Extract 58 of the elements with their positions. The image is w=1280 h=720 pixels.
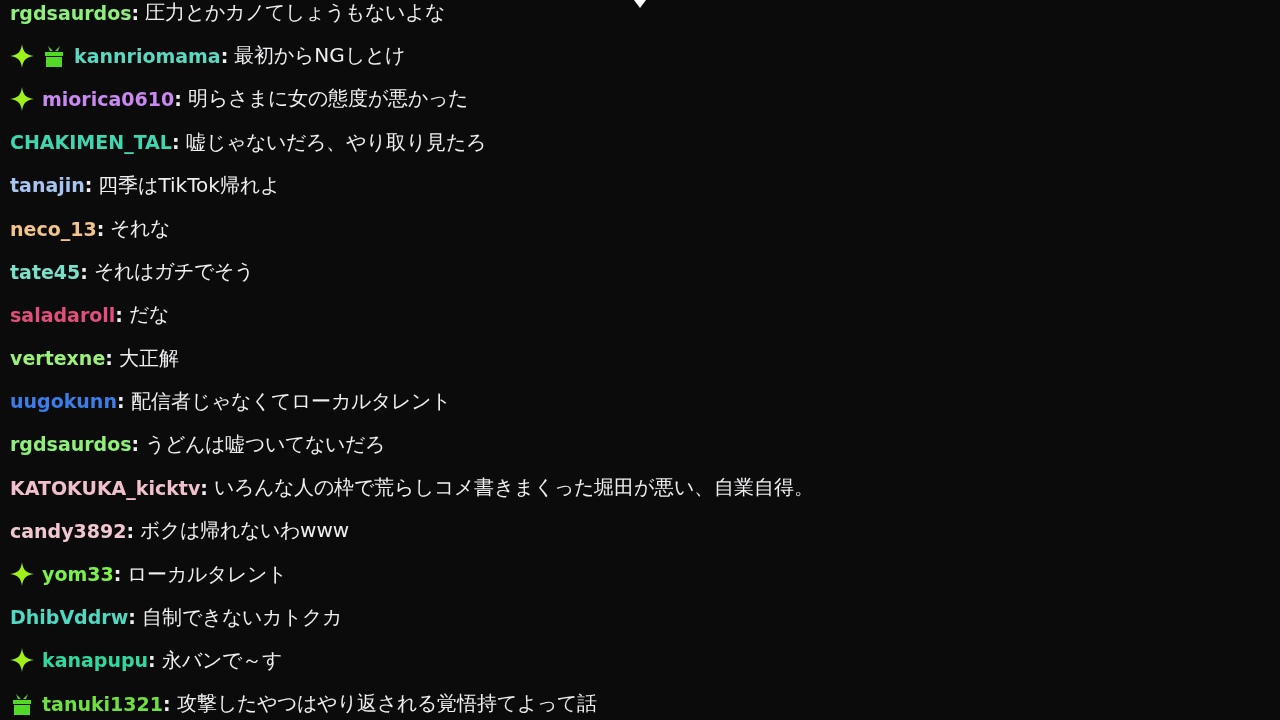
colon: : [84,174,93,197]
pointer-icon [633,0,647,8]
colon: : [171,131,180,154]
message-text: それはガチでそう [93,258,254,286]
message-text: だな [128,301,169,329]
username[interactable]: yom33 [42,563,114,586]
message-text: 攻撃したやつはやり返される覚悟持てよって話 [176,690,597,718]
message-text: 圧力とかカノてしょうもないよな [145,0,446,27]
colon: : [220,44,229,67]
message-text: 嘘じゃないだろ、やり取り見たろ [185,128,486,156]
colon: : [128,606,136,629]
username[interactable]: DhibVddrw [10,606,129,629]
message-text: 最初からNGしとけ [234,42,405,70]
username[interactable]: CHAKIMEN_TAL [10,131,172,154]
username[interactable]: tanajin [10,174,85,197]
sparkle-icon [10,86,34,111]
username[interactable]: neco_13 [10,217,97,240]
colon: : [113,563,122,586]
sparkle-icon [10,648,34,673]
gift-icon [42,43,66,68]
message-text: ボクは帰れないわwww [140,517,350,545]
message-text: 明らさまに女の態度が悪かった [187,85,468,113]
message-text: それな [110,215,171,243]
message-text: 配信者じゃなくてローカルタレント [130,387,451,415]
message-text: うどんは嘘ついてないだろ [145,430,386,458]
colon: : [131,433,140,456]
colon: : [126,519,135,542]
message-text: いろんな人の枠で荒らしコメ書きまくった堀田が悪い、自業自得。 [213,474,814,502]
username[interactable]: vertexne [10,347,106,370]
message-text: ローカルタレント [127,560,288,588]
username[interactable]: uugokunn [10,390,117,413]
username[interactable]: KATOKUKA_kicktv [10,476,201,499]
message-text: 大正解 [118,344,179,372]
colon: : [148,649,156,672]
username[interactable]: saladaroll [10,303,116,326]
username[interactable]: rgdsaurdos [10,1,132,24]
colon: : [131,1,140,24]
sparkle-icon [10,43,34,68]
colon: : [174,87,182,110]
username[interactable]: rgdsaurdos [10,433,132,456]
username[interactable]: candy3892 [10,519,127,542]
colon: : [105,347,113,370]
message-text: 四季はTikTok帰れよ [98,171,280,199]
username[interactable]: kannriomama [74,44,221,67]
colon: : [200,476,208,499]
colon: : [163,692,171,715]
username[interactable]: miorica0610 [42,87,175,110]
colon: : [115,303,123,326]
username[interactable]: tanuki1321 [42,692,163,715]
message-text: 永バンで～す [161,646,282,674]
sparkle-icon [10,562,34,587]
username[interactable]: tate45 [10,260,81,283]
colon: : [80,260,88,283]
colon: : [116,390,125,413]
username[interactable]: kanapupu [42,649,149,672]
colon: : [96,217,105,240]
gift-icon [10,691,34,716]
message-text: 自制できないカトクカ [141,603,342,631]
